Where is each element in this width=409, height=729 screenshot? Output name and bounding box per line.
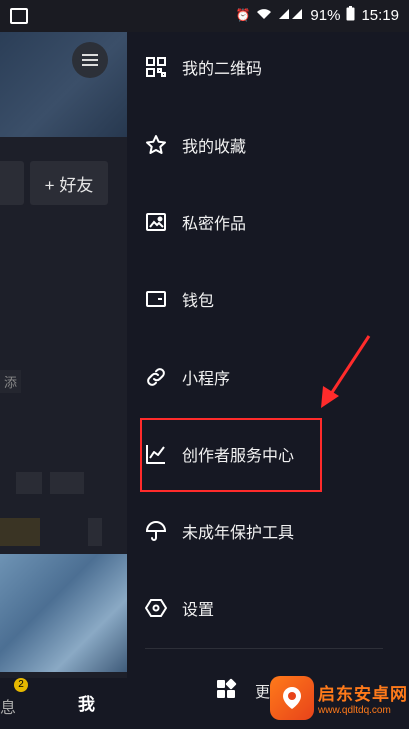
drawer-item-settings[interactable]: 设置	[127, 578, 409, 638]
blurred-block	[0, 518, 40, 546]
tab-messages[interactable]: 息	[0, 694, 16, 718]
drawer-item-label: 我的收藏	[182, 139, 247, 156]
video-thumbnail[interactable]	[0, 554, 127, 672]
clock: 15:19	[361, 6, 399, 24]
highlight-box	[140, 418, 322, 492]
blurred-block	[50, 472, 84, 494]
watermark-title: 启东安卓网	[318, 685, 408, 704]
drawer-item-private-works[interactable]: 私密作品	[127, 192, 409, 252]
profile-action-button[interactable]	[0, 161, 24, 205]
wallet-icon	[145, 288, 167, 310]
battery-icon	[346, 6, 355, 24]
wifi-icon	[256, 8, 272, 23]
add-friend-button[interactable]: + 好友	[30, 161, 108, 205]
battery-percent: 91%	[310, 6, 341, 24]
status-bar: ⏰ 91% 15:19	[0, 0, 409, 32]
qr-code-icon	[145, 56, 167, 78]
drawer-item-label: 私密作品	[182, 216, 247, 233]
watermark: 启东安卓网 www.qdltdq.com	[270, 670, 408, 726]
drawer-item-minor-protection[interactable]: 未成年保护工具	[127, 501, 409, 561]
blurred-block	[16, 472, 42, 494]
image-icon	[145, 211, 167, 233]
drawer-item-label: 小程序	[182, 371, 231, 388]
gallery-notification-icon	[10, 8, 28, 24]
message-badge: 2	[14, 678, 28, 692]
hexagon-settings-icon	[145, 597, 167, 619]
alarm-icon: ⏰	[235, 8, 251, 22]
background-profile-page: + 好友 添 2 息 我	[0, 32, 127, 729]
add-friend-label: + 好友	[44, 175, 94, 195]
drawer-item-label: 设置	[182, 602, 215, 619]
blurred-text: 添	[0, 370, 22, 393]
tab-me[interactable]: 我	[78, 690, 95, 715]
blurred-block	[88, 518, 102, 546]
drawer-item-favorites[interactable]: 我的收藏	[127, 115, 409, 175]
menu-button[interactable]	[72, 42, 108, 78]
watermark-url: www.qdltdq.com	[318, 705, 391, 716]
link-icon	[145, 366, 167, 388]
side-drawer: 我的二维码 我的收藏 私密作品 钱包 小程序 创作者服务中心 未成年保护工具 设…	[127, 0, 409, 729]
grid-icon	[215, 678, 237, 705]
drawer-item-qr-code[interactable]: 我的二维码	[127, 37, 409, 97]
umbrella-icon	[145, 520, 167, 542]
profile-cover-image	[0, 32, 127, 137]
star-icon	[145, 134, 167, 156]
annotation-arrow-icon	[321, 335, 371, 408]
drawer-item-label: 钱包	[182, 293, 215, 310]
hamburger-icon	[82, 59, 98, 61]
drawer-item-label: 我的二维码	[182, 61, 263, 78]
status-indicators: ⏰ 91% 15:19	[235, 6, 399, 24]
watermark-logo-icon	[270, 676, 314, 720]
drawer-item-label: 未成年保护工具	[182, 525, 295, 542]
drawer-divider	[145, 648, 383, 649]
signal-icon	[278, 8, 304, 23]
drawer-item-wallet[interactable]: 钱包	[127, 269, 409, 329]
